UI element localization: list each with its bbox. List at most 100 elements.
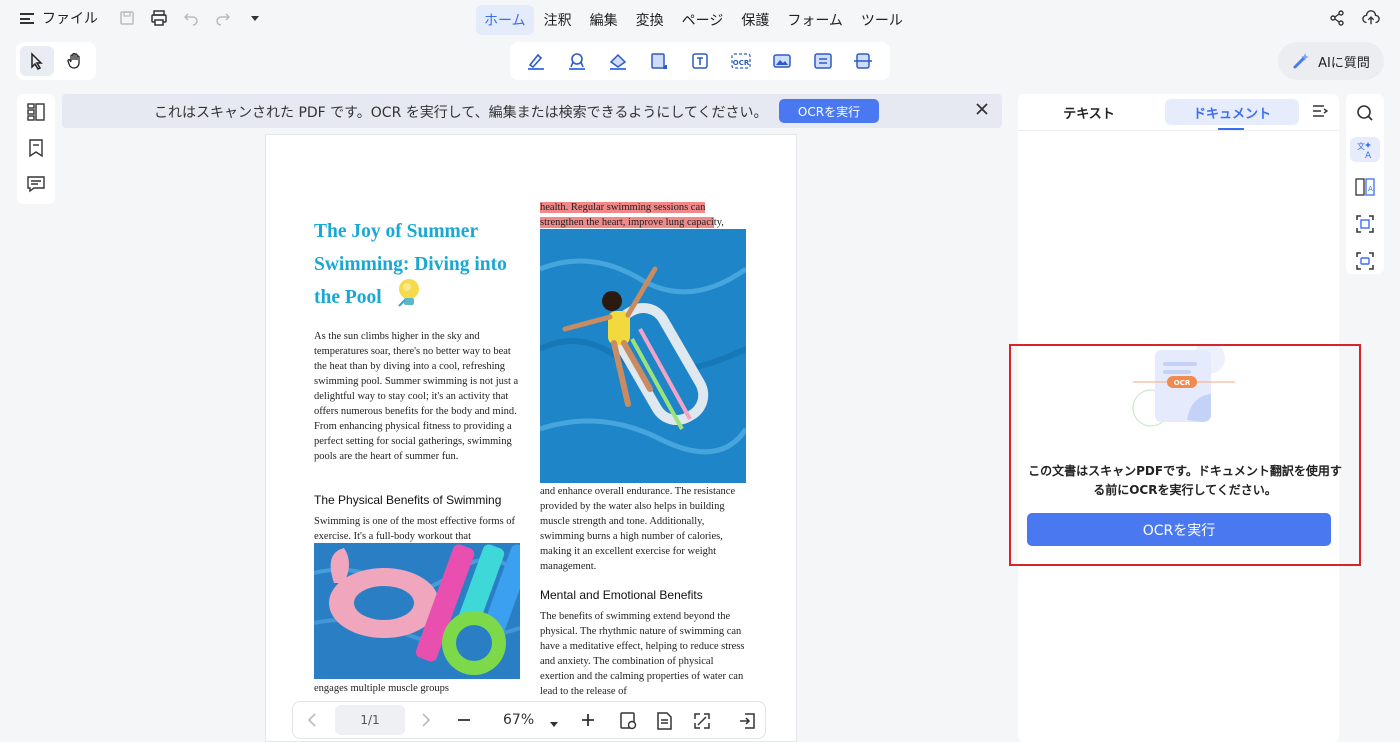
page-navigation-bar: 1/1 67% — [292, 701, 766, 739]
read-mode-icon[interactable] — [619, 711, 639, 735]
cloud-upload-icon[interactable] — [1362, 9, 1380, 27]
highlight-line-2-tail: ty, — [713, 217, 724, 228]
pointer-tools — [16, 42, 96, 80]
cursor-icon — [31, 52, 43, 70]
banner-text: これはスキャンされた PDF です。OCR を実行して、編集または検索できるよう… — [154, 105, 768, 121]
file-menu[interactable]: ファイル — [20, 8, 98, 28]
crop-icon — [1356, 215, 1374, 233]
tab-page[interactable]: ページ — [674, 5, 732, 35]
quick-access-dropdown-icon[interactable] — [246, 9, 264, 27]
tab-convert[interactable]: 変換 — [628, 5, 672, 35]
fit-page-icon[interactable] — [692, 711, 712, 735]
tab-active-indicator — [1218, 128, 1244, 130]
tab-edit[interactable]: 編集 — [582, 5, 626, 35]
page-number-value: 1/1 — [360, 713, 380, 727]
tab-form[interactable]: フォーム — [779, 5, 851, 35]
right-continued-text: and enhance overall endurance. The resis… — [540, 486, 736, 572]
thumbnails-icon[interactable] — [26, 102, 46, 126]
hamburger-icon — [20, 12, 34, 24]
ocr-notice-banner: これはスキャンされた PDF です。OCR を実行して、編集または検索できるよう… — [62, 94, 1002, 128]
share-icon[interactable] — [1328, 9, 1346, 27]
tab-annotate[interactable]: 注釈 — [536, 5, 580, 35]
right-rail: 文A A — [1346, 94, 1384, 274]
ocr-badge: OCR — [1174, 379, 1191, 387]
menu-left: ファイル — [20, 8, 264, 28]
highlight-tool-icon[interactable] — [525, 50, 547, 72]
close-icon[interactable] — [975, 102, 989, 120]
section1-heading: The Physical Benefits of Swimming — [314, 493, 502, 507]
document-page: The Joy of Summer Swimming: Diving into … — [265, 134, 797, 742]
pen-tool-icon[interactable] — [566, 50, 588, 72]
bilingual-icon: A — [1355, 178, 1375, 196]
ocr-tool-icon[interactable]: OCR — [730, 50, 752, 72]
collapse-panel-icon[interactable] — [1312, 103, 1329, 123]
select-tool-button[interactable] — [20, 46, 54, 76]
screenshot-button[interactable] — [1350, 249, 1380, 274]
main-tabs: ホーム 注釈 編集 変換 ページ 保護 フォーム ツール — [476, 5, 911, 35]
section1-continued: engages multiple muscle groups — [314, 683, 450, 694]
text-box-tool-icon[interactable] — [689, 50, 711, 72]
redo-icon[interactable] — [214, 9, 232, 27]
section2-heading: Mental and Emotional Benefits — [540, 588, 703, 602]
pool-float-photo — [540, 229, 746, 483]
svg-text:A: A — [1368, 185, 1373, 193]
intro-paragraph: As the sun climbs higher in the sky and … — [314, 331, 519, 462]
search-button[interactable] — [1350, 100, 1380, 125]
image-tool-icon[interactable] — [771, 50, 793, 72]
section2-text: The benefits of swimming extend beyond t… — [540, 611, 745, 697]
undo-icon[interactable] — [182, 9, 200, 27]
exit-icon[interactable] — [737, 711, 757, 735]
tab-text[interactable]: テキスト — [1030, 99, 1148, 125]
tab-tools[interactable]: ツール — [853, 5, 911, 35]
ai-sparkle-icon — [1293, 53, 1310, 69]
page-layout-icon[interactable] — [655, 711, 675, 735]
previous-page-icon[interactable] — [307, 712, 317, 732]
comment-icon[interactable] — [26, 174, 46, 198]
highlight-line-1: health. Regular swimming sessions can — [540, 200, 706, 215]
compare-translate-button[interactable]: A — [1350, 174, 1380, 199]
translate-icon: 文A — [1357, 141, 1372, 160]
left-sidebar — [17, 94, 55, 204]
ask-ai-label: AIに質問 — [1318, 55, 1370, 71]
save-icon[interactable] — [118, 9, 136, 27]
highlighted-text-1: health. Regular swimming sessions can — [540, 202, 706, 213]
next-page-icon[interactable] — [421, 712, 431, 732]
hand-icon — [67, 52, 80, 69]
svg-text:OCR: OCR — [733, 59, 750, 67]
menu-right — [1328, 9, 1380, 27]
tab-protect[interactable]: 保護 — [733, 5, 777, 35]
svg-text:A: A — [1365, 151, 1372, 160]
zoom-dropdown-icon[interactable] — [550, 716, 558, 732]
lightbulb-icon — [395, 276, 425, 314]
print-icon[interactable] — [150, 9, 168, 27]
scan-tool-icon[interactable] — [852, 50, 874, 72]
compare-tool-icon[interactable] — [812, 50, 834, 72]
ask-ai-button[interactable]: AIに質問 — [1278, 42, 1384, 80]
ocr-message: この文書はスキャンPDFです。ドキュメント翻訳を使用する前にOCRを実行してくだ… — [1028, 464, 1342, 497]
ocr-prompt-box: OCR この文書はスキャンPDFです。ドキュメント翻訳を使用する前にOCRを実行… — [1009, 342, 1361, 566]
edit-toolbar: OCR — [510, 42, 890, 80]
page-number-field[interactable]: 1/1 — [335, 705, 405, 735]
screen-capture-icon — [1356, 252, 1374, 271]
bookmark-icon[interactable] — [26, 138, 46, 162]
panel-tabs: テキスト ドキュメント — [1018, 94, 1339, 131]
hand-tool-button[interactable] — [58, 46, 92, 76]
banner-ocr-button[interactable]: OCRを実行 — [779, 99, 879, 123]
svg-text:文: 文 — [1357, 141, 1365, 151]
tab-home[interactable]: ホーム — [476, 5, 534, 35]
zoom-out-icon[interactable] — [456, 712, 472, 732]
crop-button[interactable] — [1350, 212, 1380, 237]
highlighted-text-2: strengthen the heart, improve lung capac… — [540, 217, 714, 228]
file-menu-label: ファイル — [42, 11, 98, 27]
zoom-level[interactable]: 67% — [503, 712, 534, 728]
edit-text-tool-icon[interactable] — [648, 50, 670, 72]
zoom-in-icon[interactable] — [580, 712, 596, 732]
section1-text: Swimming is one of the most effective fo… — [314, 516, 516, 542]
translate-button[interactable]: 文A — [1350, 137, 1380, 163]
tab-document[interactable]: ドキュメント — [1165, 99, 1299, 125]
run-ocr-button[interactable]: OCRを実行 — [1027, 513, 1331, 546]
flamingo-pool-photo — [314, 543, 520, 679]
highlight-line-2: strengthen the heart, improve lung capac… — [540, 215, 724, 230]
ocr-illustration: OCR — [1129, 342, 1239, 432]
eraser-tool-icon[interactable] — [607, 50, 629, 72]
